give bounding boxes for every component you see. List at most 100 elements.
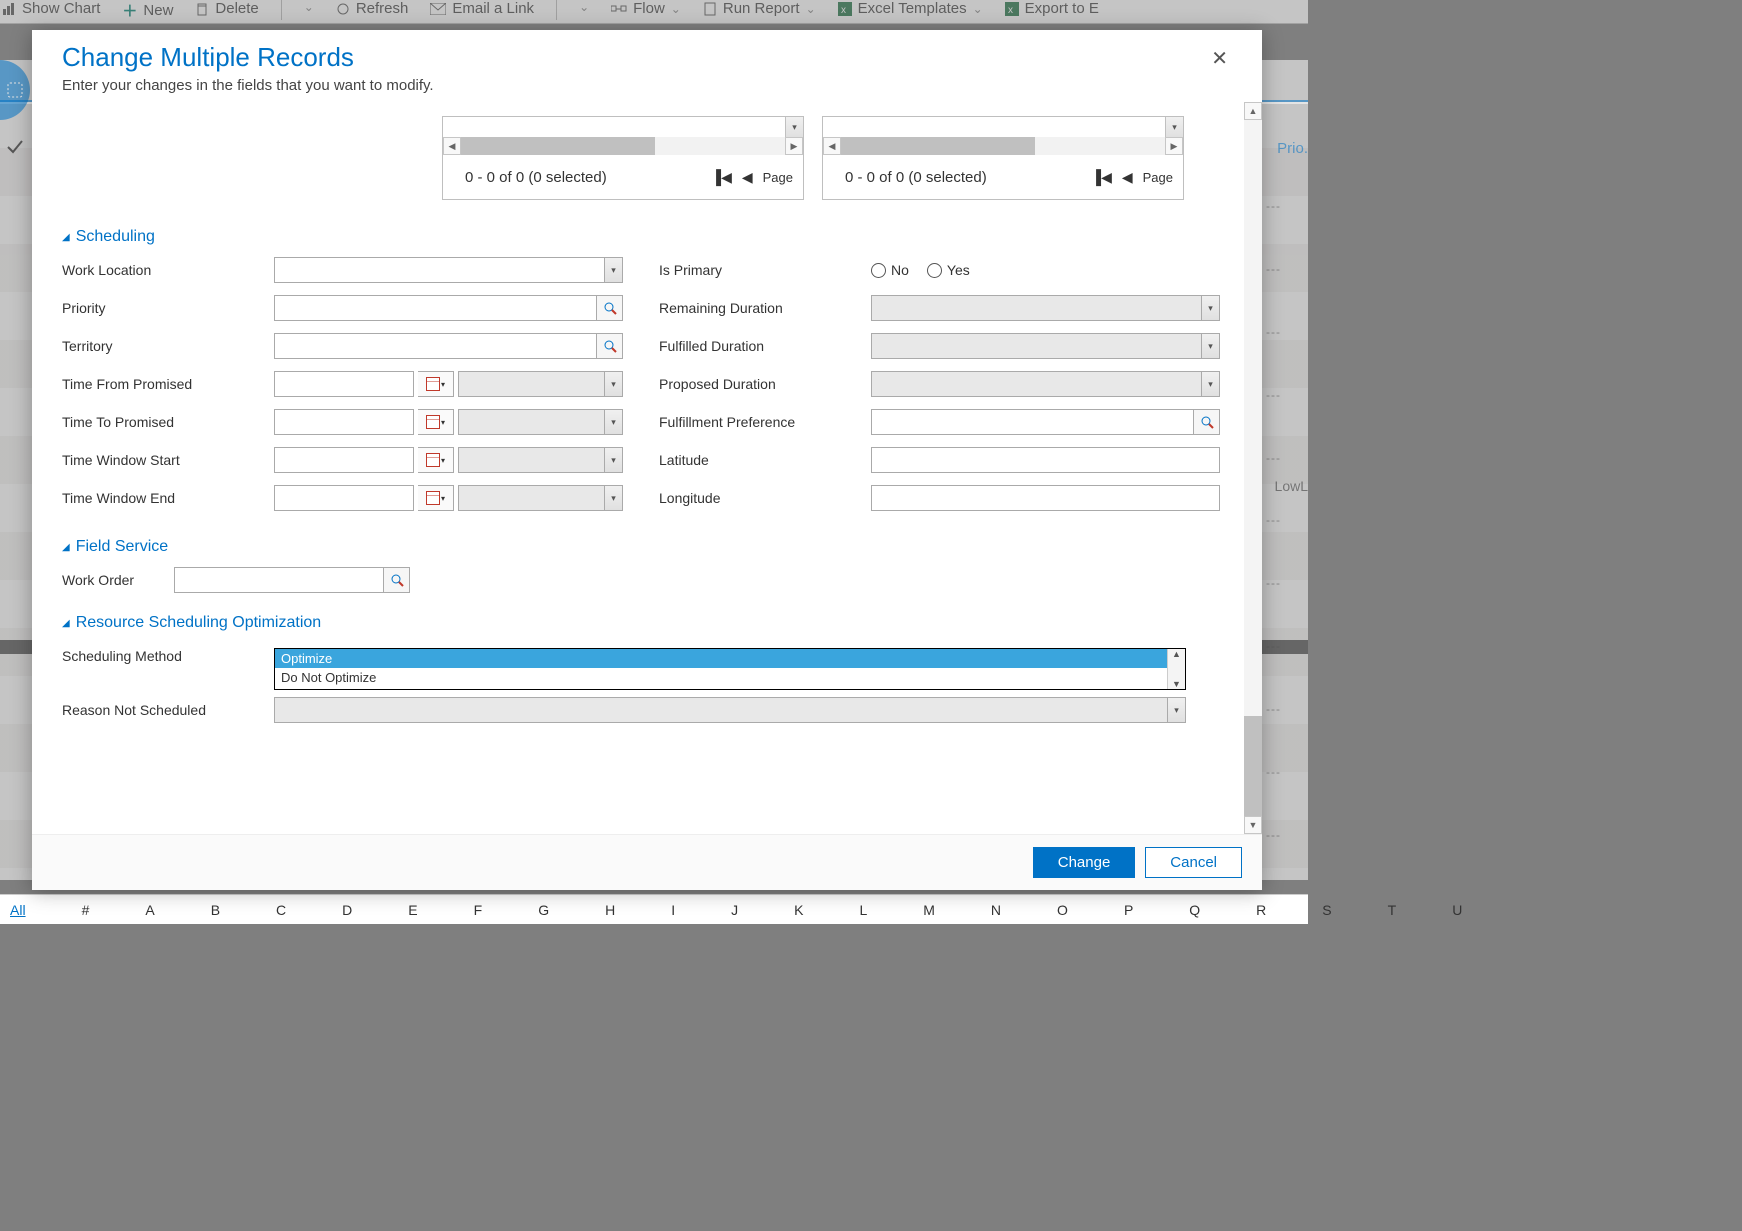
work-order-input[interactable] [174,567,410,593]
chevron-down-icon: ▾ [604,486,622,510]
tb-flow[interactable]: Flow⌄ [611,0,681,17]
priority-input[interactable] [274,295,623,321]
option-do-not-optimize[interactable]: Do Not Optimize [275,668,1185,687]
fulfilled-duration-select[interactable]: ▾ [871,333,1220,359]
alpha-letter[interactable]: S [1322,902,1331,918]
territory-input[interactable] [274,333,623,359]
alpha-letter[interactable]: Q [1189,902,1200,918]
grid-panel-right: ▾ ◀ ▶ 0 - 0 of 0 (0 selected) ▐◀ ◀ Page [822,116,1184,200]
longitude-input[interactable] [871,485,1220,511]
tb-new[interactable]: ＋New [122,0,173,21]
grid-hscroll[interactable]: ◀ ▶ [823,137,1183,155]
alpha-letter[interactable]: B [211,902,220,918]
change-button[interactable]: Change [1033,847,1136,878]
proposed-duration-select[interactable]: ▾ [871,371,1220,397]
alpha-letter[interactable]: L [859,902,867,918]
prev-page-icon[interactable]: ◀ [1122,169,1133,186]
cancel-button[interactable]: Cancel [1145,847,1242,878]
time-window-start-time[interactable]: ▾ [458,447,623,473]
calendar-icon[interactable]: ▾ [418,371,454,397]
alpha-letter[interactable]: R [1256,902,1266,918]
chevron-down-icon[interactable]: ⌄ [304,0,314,14]
tb-delete[interactable]: Delete [195,0,258,17]
reason-not-scheduled-select[interactable]: ▾ [274,697,1186,723]
tb-excel-tmpl[interactable]: xExcel Templates⌄ [838,0,983,17]
grid-col-menu[interactable]: ▾ [1165,117,1183,137]
first-page-icon[interactable]: ▐◀ [1091,169,1112,186]
scroll-left-icon[interactable]: ◀ [443,137,461,155]
option-optimize[interactable]: Optimize [275,649,1185,668]
alpha-all[interactable]: All [10,902,26,918]
alpha-letter[interactable]: M [923,902,935,918]
modal-scrollbar[interactable]: ▲ ▼ [1244,102,1262,834]
alpha-hash[interactable]: # [82,902,90,918]
time-to-promised-time[interactable]: ▾ [458,409,623,435]
scroll-right-icon[interactable]: ▶ [785,137,803,155]
is-primary-no[interactable]: No [871,262,909,278]
scroll-thumb[interactable] [1244,716,1262,816]
calendar-icon[interactable]: ▾ [418,409,454,435]
alpha-letter[interactable]: N [991,902,1001,918]
section-scheduling[interactable]: ◢ Scheduling [62,228,1220,246]
tb-show-chart[interactable]: Show Chart [2,0,100,17]
tb-export-excel[interactable]: xExport to E [1005,0,1099,17]
label-is-primary: Is Primary [659,262,871,278]
tb-run-report[interactable]: Run Report⌄ [703,0,816,17]
alpha-letter[interactable]: E [408,902,417,918]
time-to-promised-date[interactable] [274,409,414,435]
latitude-input[interactable] [871,447,1220,473]
alpha-letter[interactable]: F [474,902,483,918]
alpha-letter[interactable]: C [276,902,286,918]
first-page-icon[interactable]: ▐◀ [711,169,732,186]
close-button[interactable]: ✕ [1207,42,1232,75]
is-primary-yes[interactable]: Yes [927,262,970,278]
calendar-icon[interactable]: ▾ [418,447,454,473]
scroll-left-icon[interactable]: ◀ [823,137,841,155]
modal-body: ▲ ▼ ▾ ◀ ▶ 0 - 0 of 0 (0 selected) ▐◀ [32,102,1262,834]
label-work-order: Work Order [62,572,174,588]
time-window-start-date[interactable] [274,447,414,473]
alpha-letter[interactable]: T [1388,902,1397,918]
grid-hscroll[interactable]: ◀ ▶ [443,137,803,155]
fulfillment-preference-input[interactable] [871,409,1220,435]
alpha-letter[interactable]: K [794,902,803,918]
prev-page-icon[interactable]: ◀ [742,169,753,186]
dropdown-scrollbar[interactable]: ▲▼ [1167,649,1185,689]
remaining-duration-select[interactable]: ▾ [871,295,1220,321]
alpha-letter[interactable]: D [342,902,352,918]
alpha-letter[interactable]: G [538,902,549,918]
tb-refresh[interactable]: Refresh [336,0,409,17]
time-from-promised-time[interactable]: ▾ [458,371,623,397]
alpha-letter[interactable]: A [145,902,154,918]
lookup-icon[interactable] [1193,410,1219,434]
time-from-promised-date[interactable] [274,371,414,397]
tb-email[interactable]: Email a Link [430,0,534,17]
chevron-down-icon[interactable]: ⌄ [579,0,589,14]
chevron-down-icon: ▾ [1201,334,1219,358]
scroll-down-icon[interactable]: ▼ [1244,816,1262,834]
label-time-to-promised: Time To Promised [62,414,274,430]
grid-col-menu[interactable]: ▾ [785,117,803,137]
scroll-up-icon[interactable]: ▲ [1244,102,1262,120]
scheduling-method-dropdown[interactable]: Optimize Do Not Optimize ▲▼ [274,648,1186,690]
lookup-icon[interactable] [383,568,409,592]
svg-text:x: x [1008,5,1013,16]
section-rso[interactable]: ◢ Resource Scheduling Optimization [62,614,1220,632]
lookup-icon[interactable] [596,334,622,358]
lookup-icon[interactable] [596,296,622,320]
alpha-letter[interactable]: I [671,902,675,918]
chevron-down-icon: ▾ [1167,698,1185,722]
scroll-right-icon[interactable]: ▶ [1165,137,1183,155]
alpha-letter[interactable]: P [1124,902,1133,918]
time-window-end-date[interactable] [274,485,414,511]
work-location-select[interactable]: ▾ [274,257,623,283]
grid-status-text: 0 - 0 of 0 (0 selected) [465,169,607,186]
alpha-letter[interactable]: O [1057,902,1068,918]
alpha-letter[interactable]: J [731,902,738,918]
alpha-letter[interactable]: H [605,902,615,918]
time-window-end-time[interactable]: ▾ [458,485,623,511]
label-fulfillment-preference: Fulfillment Preference [659,414,871,430]
section-field-service[interactable]: ◢ Field Service [62,538,1220,556]
alpha-letter[interactable]: U [1452,902,1462,918]
calendar-icon[interactable]: ▾ [418,485,454,511]
